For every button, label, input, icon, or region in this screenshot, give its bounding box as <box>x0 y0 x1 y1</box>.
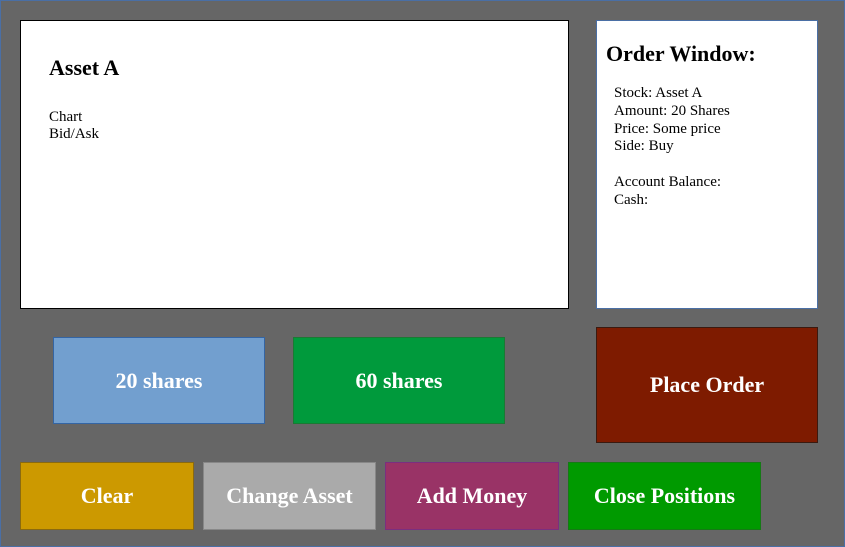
order-window-title: Order Window: <box>606 41 756 66</box>
bid-ask-label: Bid/Ask <box>49 126 100 142</box>
order-amount: Amount: 20 Shares <box>614 102 730 119</box>
account-balance-label: Account Balance: <box>614 174 722 191</box>
order-price: Price: Some price <box>614 120 721 137</box>
order-stock: Stock: Asset A <box>614 85 703 101</box>
order-details: Stock: Asset A Amount: 20 Shares Price: … <box>614 85 730 210</box>
clear-button[interactable]: Clear <box>20 462 194 530</box>
chart-label: Chart <box>49 109 83 125</box>
cash-label: Cash: <box>614 191 649 208</box>
order-side: Side: Buy <box>614 138 674 155</box>
asset-title: Asset A <box>49 55 120 80</box>
change-asset-button[interactable]: Change Asset <box>203 462 376 530</box>
place-order-button[interactable]: Place Order <box>596 327 818 443</box>
add-money-button[interactable]: Add Money <box>385 462 559 530</box>
asset-info: Chart Bid/Ask <box>49 109 99 143</box>
20-shares-button[interactable]: 20 shares <box>53 337 265 424</box>
60-shares-button[interactable]: 60 shares <box>293 337 505 424</box>
asset-panel: Asset A Chart Bid/Ask <box>20 20 569 309</box>
close-positions-button[interactable]: Close Positions <box>568 462 761 530</box>
order-window: Order Window: Stock: Asset A Amount: 20 … <box>596 20 818 309</box>
